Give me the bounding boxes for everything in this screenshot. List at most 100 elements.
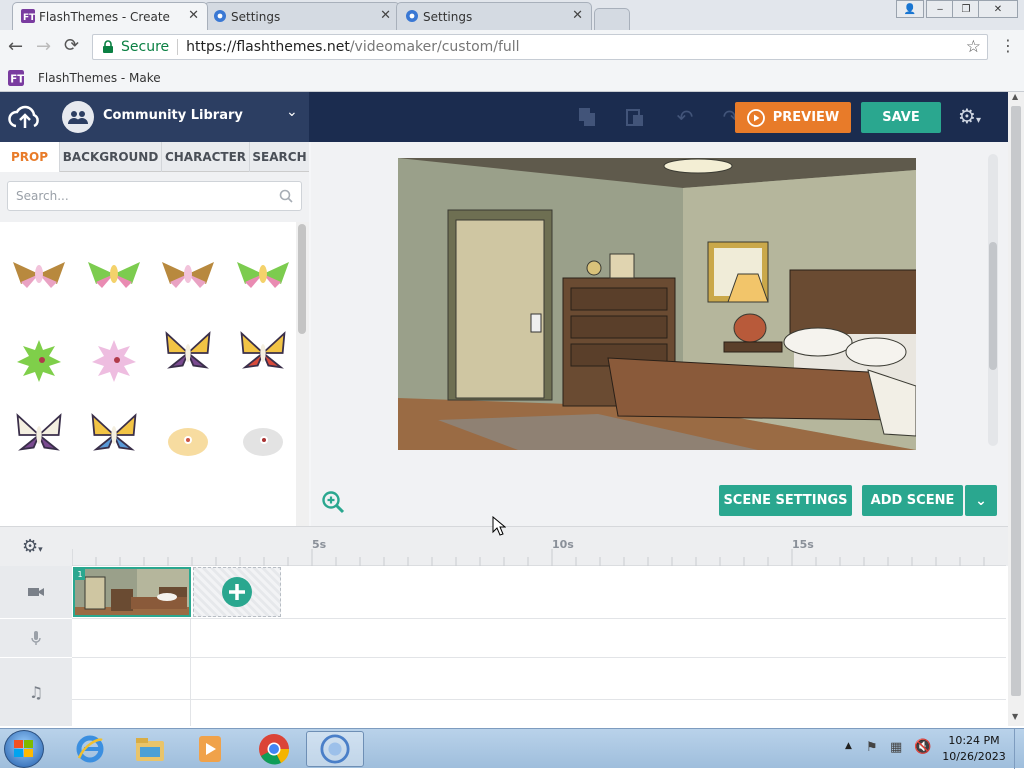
tab-settings-1[interactable]: Settings ✕	[204, 2, 400, 30]
forward-icon[interactable]: →	[36, 36, 51, 57]
chevron-down-icon[interactable]: ⌄	[286, 104, 298, 120]
plus-circle-icon	[222, 577, 252, 607]
tab-settings-2[interactable]: Settings ✕	[396, 2, 592, 30]
chrome-window-item[interactable]	[306, 731, 364, 767]
voice-track-label	[0, 619, 72, 657]
bookmark-item[interactable]: FT FlashThemes - Make	[8, 70, 161, 86]
close-tab-icon[interactable]: ✕	[572, 9, 583, 23]
tray-expand-icon[interactable]: ▲	[845, 741, 852, 751]
upload-cloud-icon[interactable]	[8, 102, 42, 132]
undo-icon[interactable]: ↶	[670, 102, 700, 132]
prop-butterfly-yellow[interactable]	[233, 328, 293, 378]
tab-character[interactable]: CHARACTER	[162, 142, 250, 172]
windows-logo-icon	[14, 740, 33, 757]
play-circle-icon	[746, 108, 765, 127]
tab-title: FlashThemes - Create	[39, 9, 170, 24]
prop-moth-green[interactable]	[233, 248, 293, 298]
prop-butterfly-purple[interactable]	[9, 410, 69, 460]
clock[interactable]: 10:24 PM 10/26/2023	[938, 733, 1010, 765]
library-selector[interactable]: Community Library ⌄	[0, 92, 309, 142]
settings-gear-icon[interactable]: ⚙▾	[958, 104, 981, 128]
prop-grid	[0, 222, 296, 526]
timeline-ruler[interactable]	[72, 527, 1006, 567]
prop-moth-brown[interactable]	[9, 248, 69, 298]
chevron-down-icon: ⌄	[975, 492, 987, 509]
address-bar[interactable]: Secure https://flashthemes.net/videomake…	[92, 34, 988, 60]
volume-muted-icon[interactable]: 🔇	[914, 739, 931, 755]
star-icon[interactable]: ☆	[966, 37, 981, 57]
zoom-in-icon[interactable]	[321, 490, 345, 514]
tab-flashthemes[interactable]: FT FlashThemes - Create ✕	[12, 2, 208, 30]
mouse-cursor-icon	[492, 516, 506, 536]
preview-label: PREVIEW	[772, 110, 840, 125]
search-icon[interactable]	[279, 189, 293, 203]
show-desktop-button[interactable]	[1014, 729, 1024, 769]
lock-icon	[103, 40, 113, 53]
scene-number: 1	[75, 569, 85, 580]
search-placeholder: Search...	[16, 189, 69, 203]
search-input[interactable]: Search...	[7, 181, 302, 211]
preview-button[interactable]: PREVIEW	[735, 102, 851, 133]
copy-icon[interactable]	[572, 102, 602, 132]
bookmark-label: FlashThemes - Make	[38, 71, 161, 85]
tab-search[interactable]: SEARCH	[250, 142, 309, 172]
action-center-icon[interactable]: ⚑	[866, 740, 878, 755]
video-maker-app: Community Library ⌄ ↶ ↷ PREVIEW SAVE ⚙▾ …	[0, 92, 1008, 726]
tab-title: Settings	[423, 9, 473, 24]
minimize-button[interactable]: ‒	[926, 0, 954, 18]
prop-cocoon-yellow[interactable]	[158, 416, 218, 466]
new-tab-button[interactable]	[594, 8, 630, 30]
internet-explorer-icon[interactable]	[62, 731, 118, 767]
prop-moth-green[interactable]	[84, 248, 144, 298]
tab-background[interactable]: BACKGROUND	[60, 142, 162, 172]
svg-text:FT: FT	[10, 74, 24, 86]
prop-cocoon-white[interactable]	[233, 416, 293, 466]
microphone-icon	[31, 631, 41, 645]
save-button[interactable]: SAVE	[861, 102, 941, 133]
prop-butterfly-purple[interactable]	[158, 328, 218, 378]
close-tab-icon[interactable]: ✕	[188, 9, 199, 23]
prop-spiky-pink[interactable]	[84, 334, 144, 384]
ruler-mark-15s: 15s	[792, 538, 814, 551]
network-icon[interactable]: ▦	[890, 740, 902, 755]
paste-icon[interactable]	[620, 102, 650, 132]
file-explorer-icon[interactable]	[122, 731, 178, 767]
page-scrollbar[interactable]: ▲ ▼	[1008, 92, 1024, 726]
library-name: Community Library	[103, 108, 243, 123]
tab-prop[interactable]: PROP	[0, 142, 60, 172]
restore-button[interactable]: ❐	[952, 0, 980, 18]
media-player-icon[interactable]	[182, 731, 238, 767]
prop-spiky-green[interactable]	[9, 334, 69, 384]
url-path: /videomaker/custom/full	[349, 39, 520, 55]
clock-time: 10:24 PM	[948, 734, 1000, 747]
stage-canvas[interactable]: SCENE SETTINGS ADD SCENE ⌄	[311, 142, 1008, 526]
timeline-gear-icon[interactable]: ⚙▾	[22, 536, 43, 557]
close-window-button[interactable]: ✕	[978, 0, 1018, 18]
stage-scrollbar[interactable]	[988, 154, 998, 446]
prop-row-partial	[0, 508, 296, 526]
back-icon[interactable]: ←	[8, 36, 23, 57]
scene-thumbnail[interactable]: 1	[73, 567, 191, 617]
browser-toolbar: ← → ⟳ Secure https://flashthemes.net/vid…	[0, 30, 1024, 64]
start-button[interactable]	[4, 730, 44, 768]
music-track-label: ♫	[0, 658, 72, 726]
scene-settings-button[interactable]: SCENE SETTINGS	[719, 485, 852, 516]
add-scene-slot[interactable]	[193, 567, 281, 617]
clock-date: 10/26/2023	[942, 750, 1006, 763]
add-scene-dropdown[interactable]: ⌄	[965, 485, 997, 516]
prop-scrollbar[interactable]	[296, 222, 309, 526]
scene-bedroom[interactable]	[398, 158, 916, 450]
reload-icon[interactable]: ⟳	[64, 35, 79, 56]
tab-title: Settings	[231, 9, 281, 24]
security-label: Secure	[121, 39, 170, 55]
close-tab-icon[interactable]: ✕	[380, 9, 391, 23]
menu-icon[interactable]: ⋮	[1000, 36, 1016, 55]
prop-moth-brown[interactable]	[158, 248, 218, 298]
windows-taskbar: ▲ ⚑ ▦ 🔇 10:24 PM 10/26/2023	[0, 728, 1024, 769]
chrome-icon[interactable]	[246, 731, 302, 767]
add-scene-button[interactable]: ADD SCENE	[862, 485, 963, 516]
prop-butterfly-yellow[interactable]	[84, 410, 144, 460]
bookmarks-bar: FT FlashThemes - Make	[0, 64, 1024, 92]
camera-icon	[28, 588, 44, 596]
user-icon[interactable]: 👤	[896, 0, 924, 18]
